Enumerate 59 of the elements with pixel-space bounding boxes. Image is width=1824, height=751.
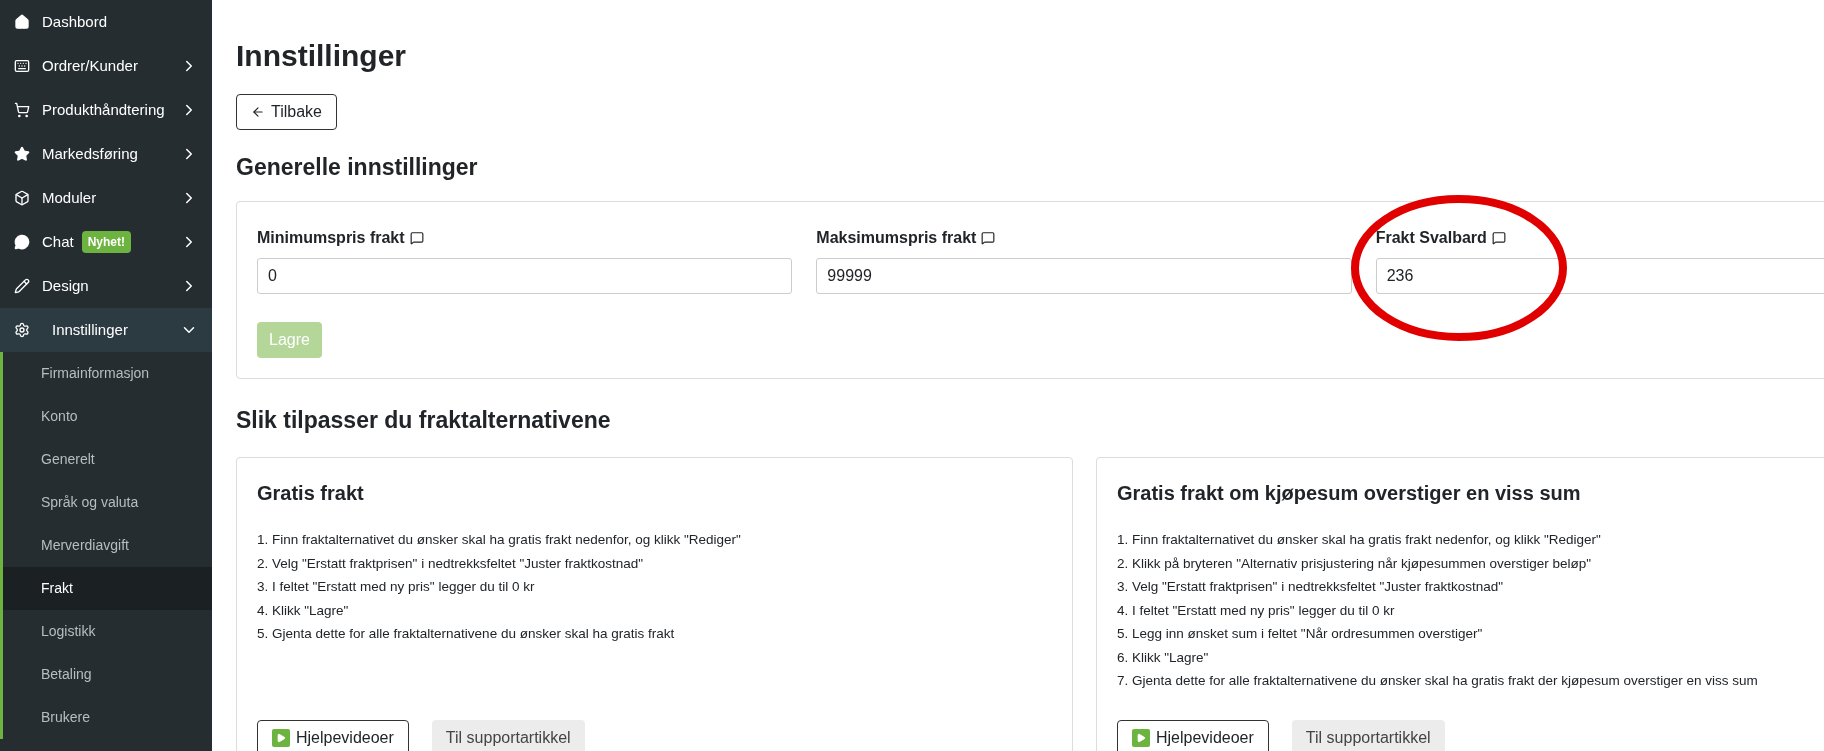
input-field[interactable]: 99999 (816, 257, 1352, 294)
sidebar-subitem[interactable]: Firmainformasjon (3, 352, 212, 395)
instruction-step: 7. Gjenta dette for alle fraktalternativene du ønsker skal ha gratis frakt der kjøpesum overstiger en viss sum (1117, 669, 1824, 693)
help-icon[interactable] (409, 230, 424, 245)
instruction-step: 1. Finn fraktalternativet du ønsker skal ha gratis frakt nedenfor, og klikk "Rediger" (257, 528, 1052, 552)
sidebar-subitem[interactable]: Konto (3, 395, 212, 438)
section-heading: Generelle innstillinger (236, 153, 479, 182)
instruction-step: 3. I feltet "Erstatt med ny pris" legger du til 0 kr (257, 575, 1052, 599)
instruction-step: 5. Legg inn ønsket sum i feltet "Når ordresummen overstiger" (1117, 622, 1824, 646)
help-videos-button[interactable]: Hjelpevideoer (257, 720, 409, 751)
play-icon (1132, 729, 1150, 747)
cart-icon (14, 102, 30, 118)
instruction-step: 4. Klikk "Lagre" (257, 598, 1052, 622)
sidebar-item[interactable]: Innstillinger (0, 308, 212, 352)
support-article-button[interactable]: Til supportartikkel (1291, 720, 1445, 751)
sidebar-item[interactable]: Ordrer/Kunder (0, 44, 212, 88)
instruction-step: 2. Velg "Erstatt fraktprisen" i nedtrekksfeltet "Juster fraktkostnad" (257, 551, 1052, 575)
new-badge: Nyhet! (81, 231, 132, 253)
instruction-step: 4. I feltet "Erstatt med ny pris" legger du til 0 kr (1117, 598, 1824, 622)
speech-bubble-icon (14, 234, 30, 250)
sidebar-item[interactable]: Dashbord (0, 0, 212, 44)
instruction-step: 6. Klikk "Lagre" (1117, 645, 1824, 669)
instruction-step: 3. Velg "Erstatt fraktprisen" i nedtrekksfeltet "Juster fraktkostnad" (1117, 575, 1824, 599)
sidebar-item[interactable]: Produkthåndtering (0, 88, 212, 132)
card-title: Gratis frakt (257, 481, 365, 506)
settings-icon (14, 322, 30, 338)
back-button[interactable]: Tilbake (236, 94, 337, 130)
star-icon (14, 146, 30, 162)
help-icon[interactable] (981, 230, 996, 245)
sidebar-subitem[interactable]: Brukere (3, 696, 212, 739)
cube-icon (14, 190, 30, 206)
field-label: Minimumspris frakt (257, 227, 405, 248)
page-title: Innstillinger (236, 38, 407, 74)
sidebar-item[interactable]: Moduler (0, 176, 212, 220)
sidebar-item[interactable]: Design (0, 264, 212, 308)
help-videos-button[interactable]: Hjelpevideoer (1117, 720, 1269, 751)
input-field[interactable]: 236 (1375, 257, 1824, 294)
sidebar-subitem[interactable]: Betaling (3, 653, 212, 696)
field-label: Maksimumspris frakt (816, 227, 977, 248)
instruction-step: 1. Finn fraktalternativet du ønsker skal ha gratis frakt nedenfor, og klikk "Rediger" (1117, 528, 1824, 552)
home-icon (14, 14, 30, 30)
card-title: Gratis frakt om kjøpesum overstiger en viss sum (1117, 481, 1582, 506)
sidebar-subitem[interactable]: Språk og valuta (3, 481, 212, 524)
help-icon[interactable] (1491, 230, 1506, 245)
sidebar-subitem[interactable]: Merverdiavgift (3, 524, 212, 567)
sidebar-item[interactable]: Markedsføring (0, 132, 212, 176)
instruction-step: 2. Klikk på bryteren "Alternativ prisjustering når kjøpesummen overstiger beløp" (1117, 551, 1824, 575)
pencil-icon (14, 278, 30, 294)
sidebar-subitem[interactable]: Generelt (3, 438, 212, 481)
section-heading: Slik tilpasser du fraktalternativene (236, 405, 612, 435)
sidebar-item[interactable]: Chat Nyhet! (0, 220, 212, 264)
sidebar-subitem[interactable]: Frakt (3, 567, 212, 610)
sidebar-subitem[interactable]: Logistikk (3, 610, 212, 653)
field-label: Frakt Svalbard (1375, 227, 1487, 248)
input-field[interactable]: 0 (257, 257, 793, 294)
play-icon (272, 729, 290, 747)
support-article-button[interactable]: Til supportartikkel (431, 720, 585, 751)
keyboard-icon (14, 58, 30, 74)
instruction-step: 5. Gjenta dette for alle fraktalternativene du ønsker skal ha gratis frakt (257, 622, 1052, 646)
